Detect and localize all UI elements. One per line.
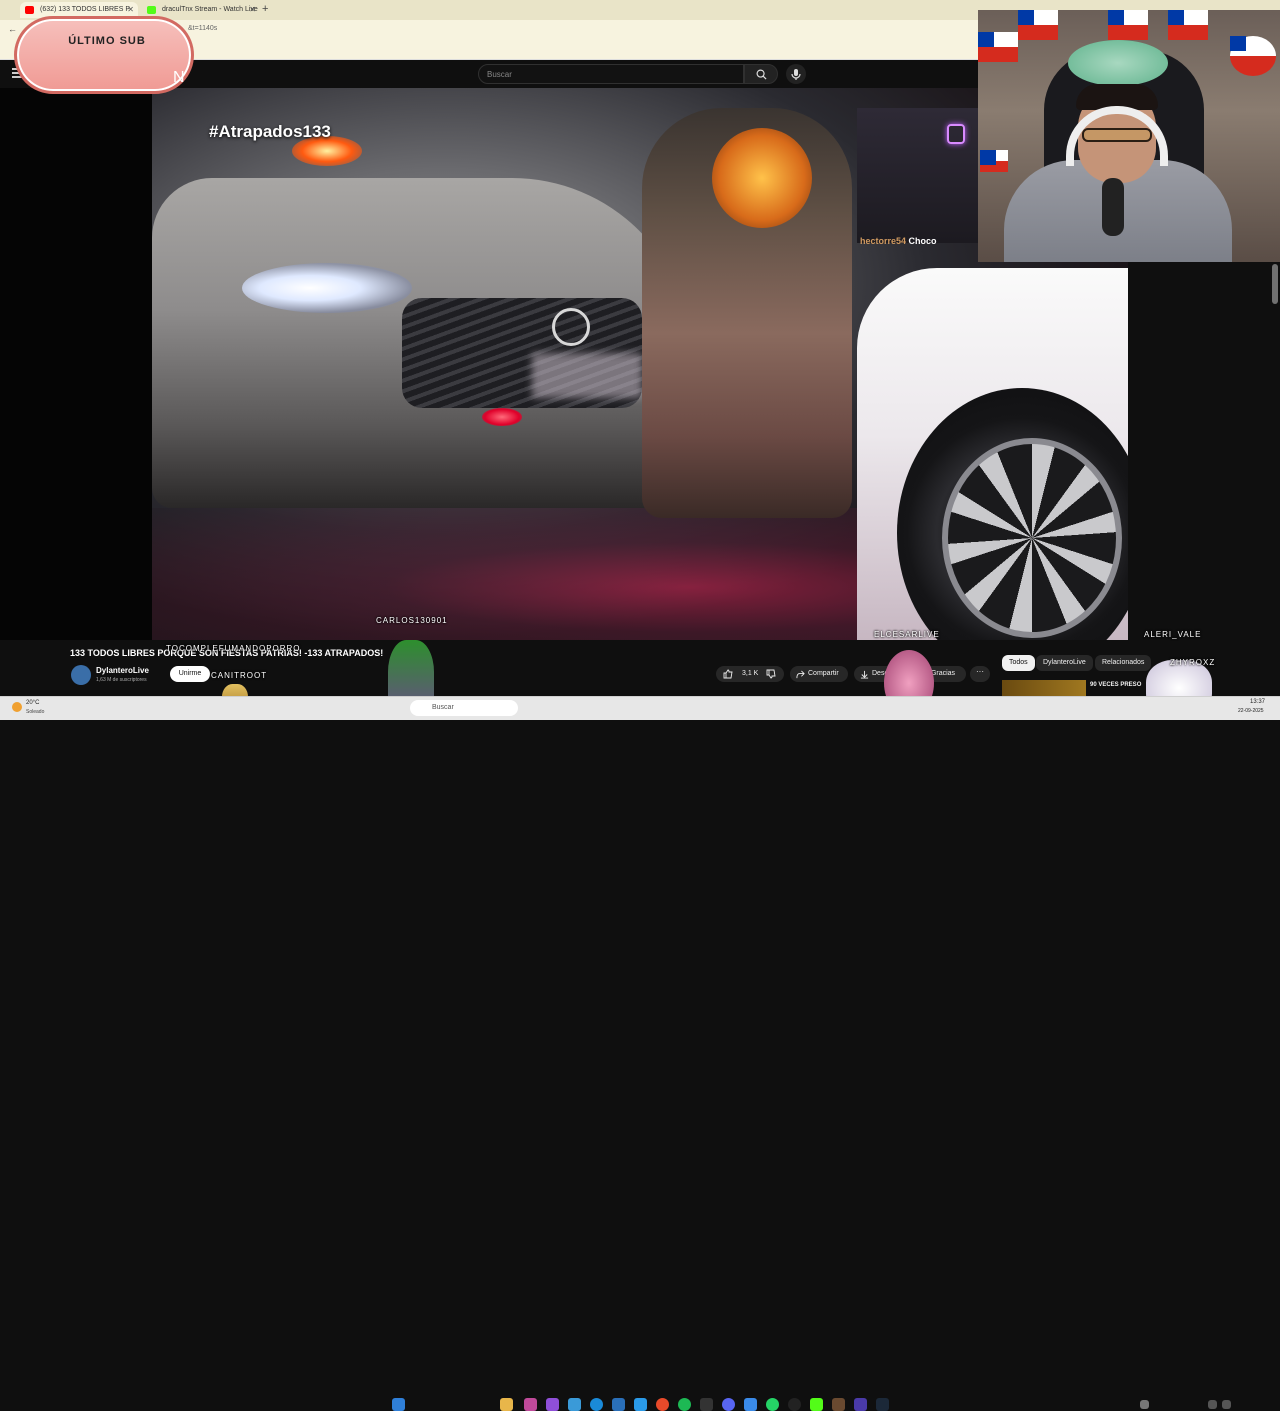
overlay-chat-name: ALERI_VALE [1144, 630, 1202, 639]
voice-search-button[interactable] [786, 64, 806, 84]
blurred-plate [532, 353, 642, 398]
tab-youtube-label: (632) 133 TODOS LIBRES P [40, 6, 131, 13]
chat-user: hectorre54 [860, 236, 907, 246]
page-scrollbar[interactable] [1272, 264, 1278, 304]
officer-helmet [712, 128, 812, 228]
chat-message: Choco [908, 236, 937, 246]
subscriber-count: 1,63 M de suscriptores [96, 677, 147, 683]
tray-chevron-icon[interactable] [1140, 1400, 1149, 1409]
weather-temp: 20°C [26, 700, 40, 706]
share-label: Compartir [808, 670, 839, 677]
app-icon[interactable] [568, 1398, 581, 1411]
obs-icon[interactable] [788, 1398, 801, 1411]
thumbs-up-icon [723, 669, 733, 679]
chrome-icon[interactable] [656, 1398, 669, 1411]
chile-flag-icon [978, 32, 1018, 62]
search-placeholder: Buscar [487, 70, 512, 79]
chip-todos[interactable]: Todos [1002, 655, 1035, 671]
close-tab-icon[interactable]: ✕ [249, 2, 256, 18]
overlay-chat-name: TOCOMPLEFUMANDOPORRO [166, 644, 301, 653]
network-icon[interactable] [1208, 1400, 1217, 1409]
new-tab-icon[interactable]: + [262, 3, 268, 15]
video-letterbox [0, 88, 152, 640]
kick-favicon-icon [147, 6, 156, 14]
kick-icon[interactable] [810, 1398, 823, 1411]
tab-kick-label: draculTnx Stream - Watch Live [162, 6, 258, 13]
share-icon [796, 670, 805, 679]
app-icon[interactable] [854, 1398, 867, 1411]
app-icon[interactable] [612, 1398, 625, 1411]
terminal-icon[interactable] [700, 1398, 713, 1411]
discord-icon[interactable] [722, 1398, 735, 1411]
search-icon [756, 69, 767, 80]
taskbar-search-input[interactable]: Buscar [410, 700, 518, 716]
overlay-chat-name: ELCESARLIVE [874, 630, 940, 639]
search-input[interactable]: Buscar [478, 64, 744, 84]
whatsapp-icon[interactable] [766, 1398, 779, 1411]
chip-dylanterolive[interactable]: DylanteroLive [1036, 655, 1093, 671]
microphone-icon [1102, 178, 1124, 236]
red-light [482, 408, 522, 426]
clock-time[interactable]: 13:37 [1250, 699, 1265, 705]
url-text: &t=1140s [188, 25, 218, 32]
car-headlight [242, 263, 412, 313]
overlay-chat-name: CANITROOT [211, 671, 268, 680]
led-logo-icon [947, 124, 965, 144]
overlay-chat-name: CARLOS130901 [376, 616, 448, 625]
chile-flag-icon [1168, 10, 1208, 40]
recommended-title[interactable]: 90 VECES PRESO [1090, 682, 1141, 688]
copilot-icon[interactable] [546, 1398, 559, 1411]
app-icon[interactable] [832, 1398, 845, 1411]
edge-icon[interactable] [590, 1398, 603, 1411]
recommended-thumbnail[interactable] [1002, 680, 1086, 696]
search-button[interactable] [744, 64, 778, 84]
chat-line: hectorre54 Choco [860, 236, 937, 246]
ultimo-sub-title: ÚLTIMO SUB [68, 35, 146, 47]
file-explorer-icon[interactable] [500, 1398, 513, 1411]
like-count: 3,1 K [742, 670, 759, 677]
chile-flag-icon [1108, 10, 1148, 40]
microphone-icon [791, 69, 801, 80]
overlay-chat-name: ZHYROXZ [1170, 658, 1216, 667]
weather-sun-icon [12, 702, 22, 712]
steam-icon[interactable] [876, 1398, 889, 1411]
app-icon[interactable] [634, 1398, 647, 1411]
like-button[interactable]: 3,1 K [716, 666, 784, 682]
clock-date[interactable]: 22-09-2025 [1238, 708, 1264, 714]
volume-icon[interactable] [1222, 1400, 1231, 1409]
car-rim [942, 438, 1122, 638]
weather-desc: Soleado [26, 709, 45, 715]
ultimo-sub-overlay: ÚLTIMO SUB N [14, 16, 194, 94]
join-button[interactable]: Unirme [170, 666, 210, 682]
spotify-icon[interactable] [678, 1398, 691, 1411]
chile-flag-icon [1230, 36, 1276, 76]
back-arrow-icon[interactable]: ← [8, 24, 17, 34]
windows-taskbar [0, 696, 1280, 1411]
chip-relacionados[interactable]: Relacionados [1095, 655, 1152, 671]
share-button[interactable]: Compartir [790, 666, 848, 682]
chile-flag-icon [1018, 10, 1058, 40]
ultimo-sub-name: N [173, 69, 185, 86]
youtube-favicon-icon [25, 6, 34, 14]
taskbar-search-placeholder: Buscar [432, 704, 454, 711]
channel-name[interactable]: DylanteroLive [96, 666, 149, 675]
car-badge-icon [552, 308, 590, 346]
video-watermark: #Atrapados133 [209, 122, 331, 141]
thumbs-down-icon [766, 669, 776, 679]
app-icon[interactable] [524, 1398, 537, 1411]
download-icon [860, 670, 869, 679]
windows-start-icon[interactable] [392, 1398, 405, 1411]
channel-avatar[interactable] [71, 665, 91, 685]
streamer-webcam [978, 10, 1280, 262]
app-icon[interactable] [744, 1398, 757, 1411]
chile-flag-icon [980, 150, 1008, 172]
plush-toy [1068, 40, 1168, 86]
more-options-button[interactable]: ··· [970, 666, 990, 682]
